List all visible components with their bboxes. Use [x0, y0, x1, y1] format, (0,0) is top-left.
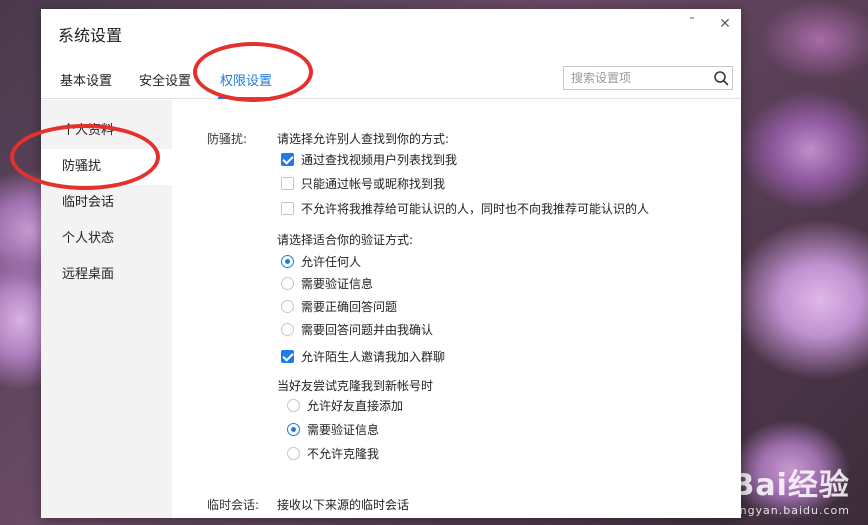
radio-button[interactable]: [281, 277, 294, 290]
settings-sidebar: 个人资料 防骚扰 临时会话 个人状态 远程桌面: [41, 100, 172, 518]
radio-button[interactable]: [287, 399, 300, 412]
sidebar-item-temp-session[interactable]: 临时会话: [41, 185, 172, 221]
watermark-url: jingyan.baidu.com: [731, 504, 850, 517]
tab-security-settings[interactable]: 安全设置: [139, 70, 191, 99]
radio-button[interactable]: [281, 255, 294, 268]
search-icon[interactable]: [713, 70, 729, 86]
window-title: 系统设置: [58, 26, 123, 45]
find-method-title: 请选择允许别人查找到你的方式:: [277, 132, 450, 146]
radio-button[interactable]: [281, 323, 294, 336]
title-bar: 系统设置 ˉ ✕: [41, 9, 741, 57]
settings-content: 防骚扰: 请选择允许别人查找到你的方式: 通过查找视频用户列表找到我 只能通过帐…: [172, 100, 741, 518]
checkbox[interactable]: [281, 202, 294, 215]
radio-button[interactable]: [281, 300, 294, 313]
minimize-button[interactable]: ˉ: [682, 15, 702, 33]
watermark-logo: Bai经验: [731, 468, 850, 503]
sidebar-item-profile[interactable]: 个人资料: [41, 113, 172, 149]
radio-button[interactable]: [287, 447, 300, 460]
search-input[interactable]: [564, 67, 704, 89]
clone-title: 当好友尝试克隆我到新帐号时: [277, 379, 434, 393]
sidebar-item-anti-harassment[interactable]: 防骚扰: [41, 149, 172, 185]
temp-session-section-label: 临时会话:: [207, 498, 260, 512]
tab-permission-settings[interactable]: 权限设置: [218, 70, 275, 99]
close-button[interactable]: ✕: [715, 15, 735, 33]
tab-basic-settings[interactable]: 基本设置: [60, 70, 112, 99]
verify-method-title: 请选择适合你的验证方式:: [277, 233, 414, 247]
anti-harassment-section-label: 防骚扰:: [207, 132, 248, 146]
tab-bar: 基本设置 安全设置 权限设置: [41, 57, 741, 99]
checkbox[interactable]: [281, 350, 294, 363]
baidu-jingyan-watermark: Bai经验 jingyan.baidu.com: [731, 460, 850, 517]
search-box: [563, 66, 733, 90]
radio-button[interactable]: [287, 423, 300, 436]
checkbox[interactable]: [281, 177, 294, 190]
sidebar-item-status[interactable]: 个人状态: [41, 221, 172, 257]
settings-window: 系统设置 ˉ ✕ 基本设置 安全设置 权限设置 个人资料 防骚扰 临时会话 个人…: [41, 9, 741, 518]
sidebar-item-remote-desktop[interactable]: 远程桌面: [41, 257, 172, 293]
checkbox[interactable]: [281, 153, 294, 166]
temp-session-title: 接收以下来源的临时会话: [277, 498, 410, 512]
